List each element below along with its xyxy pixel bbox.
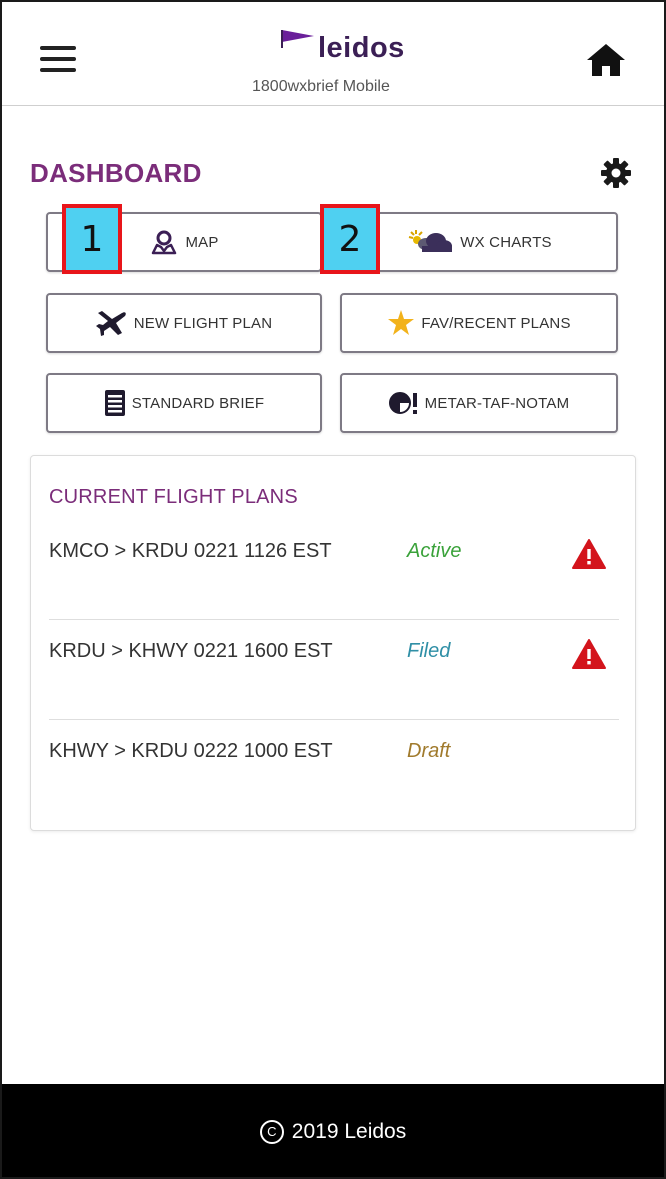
flight-plan-route: KRDU > KHWY 0221 1600 EST: [49, 640, 333, 662]
menu-bar: [40, 68, 76, 72]
current-flight-plans-card: CURRENT FLIGHT PLANS KMCO > KRDU 0221 11…: [30, 455, 636, 831]
home-icon[interactable]: [585, 42, 627, 78]
metar-taf-notam-button[interactable]: METAR-TAF-NOTAM: [340, 373, 618, 433]
fav-recent-plans-button[interactable]: FAV/RECENT PLANS: [340, 293, 618, 353]
star-icon: [387, 309, 415, 337]
gear-icon[interactable]: [600, 157, 632, 189]
warning-icon[interactable]: [571, 638, 607, 670]
new-flight-plan-button[interactable]: NEW FLIGHT PLAN: [46, 293, 322, 353]
app-header: leidos 1800wxbrief Mobile: [2, 2, 664, 106]
flight-plan-status: Filed: [407, 640, 451, 662]
current-flight-plans-title: CURRENT FLIGHT PLANS: [49, 486, 298, 508]
flight-plan-row[interactable]: KHWY > KRDU 0222 1000 EST Draft: [49, 720, 619, 820]
map-pin-icon: [149, 229, 179, 255]
document-icon: [104, 389, 126, 417]
weather-cloud-icon: [406, 228, 454, 256]
brand-logo: leidos 1800wxbrief Mobile: [222, 26, 462, 96]
new-flight-plan-label: NEW FLIGHT PLAN: [133, 314, 273, 332]
menu-bar: [40, 57, 76, 61]
app-subtitle: 1800wxbrief Mobile: [252, 78, 390, 95]
annotation-marker-2: 2: [320, 204, 380, 274]
dashboard-title: DASHBOARD: [30, 158, 202, 188]
warning-icon[interactable]: [571, 538, 607, 570]
standard-brief-button[interactable]: STANDARD BRIEF: [46, 373, 322, 433]
footer-copyright: C 2019 Leidos: [259, 1119, 407, 1144]
annotation-marker-1: 1: [62, 204, 122, 274]
half-circle-alert-icon: [388, 391, 419, 415]
flight-plan-status: Draft: [407, 740, 451, 762]
copyright-icon: C: [259, 1119, 284, 1144]
flight-plan-status: Active: [407, 540, 462, 562]
menu-bar: [40, 46, 76, 50]
airplane-icon: [95, 309, 128, 337]
standard-brief-label: STANDARD BRIEF: [131, 394, 265, 412]
footer-text: 2019 Leidos: [291, 1119, 407, 1143]
fav-recent-plans-label: FAV/RECENT PLANS: [421, 314, 571, 332]
menu-icon[interactable]: [40, 46, 76, 74]
leidos-flag-icon: [281, 30, 314, 48]
flight-plan-route: KMCO > KRDU 0221 1126 EST: [49, 540, 332, 562]
app-footer: C 2019 Leidos: [2, 1084, 664, 1177]
metar-taf-notam-label: METAR-TAF-NOTAM: [424, 394, 570, 412]
flight-plan-row[interactable]: KMCO > KRDU 0221 1126 EST Active: [49, 520, 619, 620]
flight-plan-row[interactable]: KRDU > KHWY 0221 1600 EST Filed: [49, 620, 619, 720]
map-button-label: MAP: [185, 233, 219, 251]
wx-charts-button-label: WX CHARTS: [460, 233, 552, 251]
flight-plan-route: KHWY > KRDU 0222 1000 EST: [49, 740, 333, 762]
wx-charts-button[interactable]: WX CHARTS: [340, 212, 618, 272]
app-frame: leidos 1800wxbrief Mobile DASHBOARD MAP …: [0, 0, 666, 1179]
brand-name: leidos: [318, 32, 405, 64]
